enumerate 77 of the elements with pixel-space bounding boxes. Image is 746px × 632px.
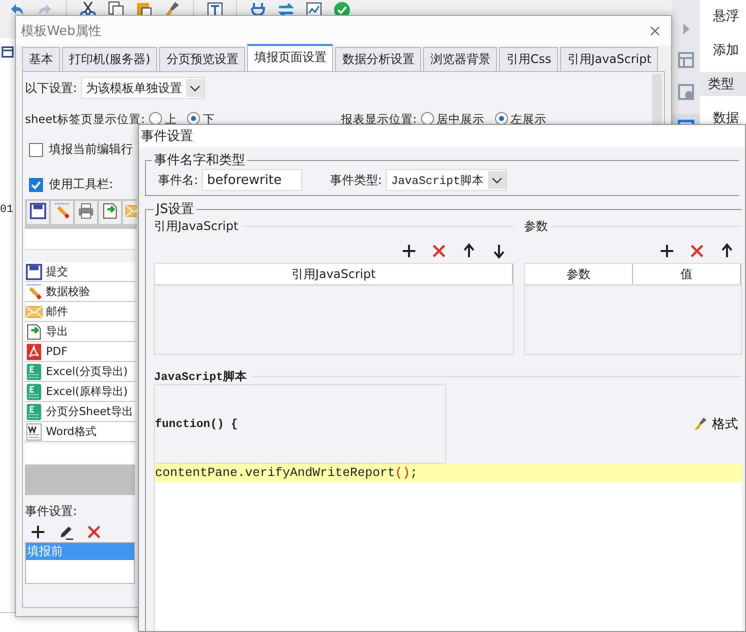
option-label: 上 — [164, 112, 177, 126]
field-label: 报表显示位置: — [340, 112, 417, 127]
tab[interactable]: 数据分析设置 — [335, 47, 422, 71]
export-icon — [101, 202, 119, 220]
chevron-icon — [186, 79, 204, 97]
section-title: 参数 — [524, 218, 742, 235]
save-icon — [25, 262, 43, 280]
option-label: 下 — [202, 112, 215, 126]
column-header: 引用JavaScript — [155, 264, 513, 284]
spreadsheet-icon — [25, 402, 43, 420]
printer-icon — [77, 202, 95, 220]
group-title: 事件名字和类型 — [153, 152, 246, 169]
radio-button[interactable] — [148, 112, 162, 125]
save-icon — [29, 202, 47, 220]
field-label: 事件名: — [158, 172, 198, 188]
add-icon[interactable] — [29, 523, 47, 541]
radio-button[interactable] — [420, 112, 434, 125]
tab[interactable]: 引用JavaScript — [560, 47, 658, 71]
checkbox-label: 使用工具栏: — [49, 176, 114, 193]
toolbar-button-item[interactable]: Excel(原样导出) — [25, 382, 135, 402]
panel-label: 数据 — [712, 110, 740, 128]
event-type-dropdown[interactable]: JavaScript脚本 — [386, 169, 508, 191]
column-header: 值 — [633, 264, 741, 284]
column-header: 参数 — [525, 264, 633, 284]
code-editor[interactable]: contentPane.verifyAndWriteReport(); — [154, 464, 742, 631]
panel-label: 悬浮 — [712, 8, 740, 26]
event-name-field[interactable]: beforewrite — [202, 169, 302, 191]
spreadsheet-icon — [25, 362, 43, 380]
delete-icon[interactable] — [688, 242, 706, 260]
tab[interactable]: 分页预览设置 — [159, 47, 246, 71]
radio-button[interactable] — [186, 112, 200, 125]
toolbar-button-item[interactable]: 分页分Sheet导出 — [25, 402, 135, 422]
group-title: JS设置 — [154, 201, 196, 218]
document-icon — [25, 422, 43, 440]
chevron-icon — [488, 171, 506, 189]
add-icon[interactable] — [658, 242, 676, 260]
checkbox-label: 填报当前编辑行 — [49, 141, 133, 158]
toolbar-button-item[interactable]: 提交 — [25, 262, 135, 282]
toolbar-button-item[interactable]: Excel(分页导出) — [25, 362, 135, 382]
tab[interactable]: 填报页面设置 — [247, 44, 334, 71]
tab[interactable]: 引用Css — [499, 47, 558, 71]
toolbar-button-item[interactable]: Word格式 — [25, 422, 135, 442]
section-title: JavaScript脚本 — [154, 369, 742, 384]
add-icon[interactable] — [400, 242, 418, 260]
pencil-icon — [25, 282, 43, 300]
panel-label: 添加 — [712, 42, 740, 60]
section-title: 引用JavaScript — [154, 218, 514, 235]
toolbar-button-item[interactable]: 数据校验 — [25, 282, 135, 302]
tab[interactable]: 浏览器背景 — [423, 47, 498, 71]
tab[interactable]: 基本 — [22, 47, 60, 71]
checkbox[interactable] — [29, 142, 43, 156]
dialog-title: 事件设置 — [141, 128, 193, 145]
export-icon — [25, 322, 43, 340]
toolbar-button-item[interactable]: PDF — [25, 342, 135, 362]
field-label: 事件设置: — [25, 503, 78, 520]
format-button[interactable]: 格式 — [693, 415, 738, 433]
panel-label: 类型 — [700, 72, 746, 96]
code-header: function() { — [154, 384, 446, 464]
pencil-icon — [53, 202, 71, 220]
brush-icon — [693, 416, 709, 432]
window-title: 模板Web属性 — [21, 23, 102, 40]
delete-icon[interactable] — [85, 523, 103, 541]
toolbar-button-item[interactable]: 导出 — [25, 322, 135, 342]
option-label: 左展示 — [510, 112, 547, 126]
field-label: sheet标签页显示位置: — [25, 112, 145, 127]
spreadsheet-icon — [25, 382, 43, 400]
settings-dropdown[interactable]: 为该模板单独设置 — [81, 77, 206, 99]
cell-text: 01 — [0, 204, 14, 216]
delete-icon[interactable] — [430, 242, 448, 260]
checkbox[interactable] — [29, 178, 43, 192]
radio-button[interactable] — [494, 112, 508, 125]
window-icon[interactable] — [0, 44, 16, 60]
field-label: 事件类型: — [330, 172, 382, 188]
field-label: 以下设置: — [25, 80, 78, 96]
tab[interactable]: 打印机(服务器) — [62, 47, 158, 71]
pdf-icon — [25, 342, 43, 360]
option-label: 居中展示 — [436, 112, 485, 126]
